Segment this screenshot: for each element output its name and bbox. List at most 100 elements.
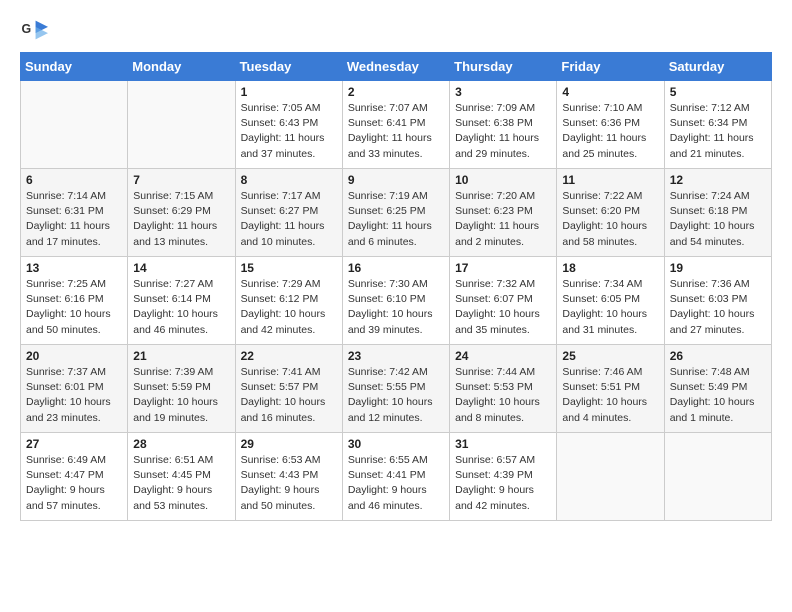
day-info: Sunrise: 7:36 AM Sunset: 6:03 PM Dayligh… xyxy=(670,277,766,338)
day-info: Sunrise: 7:48 AM Sunset: 5:49 PM Dayligh… xyxy=(670,365,766,426)
day-number: 24 xyxy=(455,349,551,363)
calendar-cell: 22 Sunrise: 7:41 AM Sunset: 5:57 PM Dayli… xyxy=(235,345,342,433)
calendar-cell xyxy=(664,433,771,521)
day-info: Sunrise: 7:34 AM Sunset: 6:05 PM Dayligh… xyxy=(562,277,658,338)
day-number: 14 xyxy=(133,261,229,275)
day-info: Sunrise: 6:57 AM Sunset: 4:39 PM Dayligh… xyxy=(455,453,551,514)
day-number: 28 xyxy=(133,437,229,451)
day-info: Sunrise: 7:41 AM Sunset: 5:57 PM Dayligh… xyxy=(241,365,337,426)
day-info: Sunrise: 7:42 AM Sunset: 5:55 PM Dayligh… xyxy=(348,365,444,426)
day-number: 16 xyxy=(348,261,444,275)
day-number: 22 xyxy=(241,349,337,363)
calendar-cell: 4 Sunrise: 7:10 AM Sunset: 6:36 PM Daylig… xyxy=(557,81,664,169)
calendar-week-row: 13 Sunrise: 7:25 AM Sunset: 6:16 PM Dayli… xyxy=(21,257,772,345)
calendar-day-header: Friday xyxy=(557,53,664,81)
day-info: Sunrise: 6:53 AM Sunset: 4:43 PM Dayligh… xyxy=(241,453,337,514)
day-number: 8 xyxy=(241,173,337,187)
calendar-cell: 1Sunrise: 7:05 AM Sunset: 6:43 PM Daylig… xyxy=(235,81,342,169)
calendar-week-row: 27 Sunrise: 6:49 AM Sunset: 4:47 PM Dayli… xyxy=(21,433,772,521)
day-info: Sunrise: 7:15 AM Sunset: 6:29 PM Dayligh… xyxy=(133,189,229,250)
calendar-cell: 2Sunrise: 7:07 AM Sunset: 6:41 PM Daylig… xyxy=(342,81,449,169)
calendar-cell: 16 Sunrise: 7:30 AM Sunset: 6:10 PM Dayli… xyxy=(342,257,449,345)
day-number: 1 xyxy=(241,85,337,99)
calendar-cell: 19 Sunrise: 7:36 AM Sunset: 6:03 PM Dayli… xyxy=(664,257,771,345)
calendar-week-row: 20 Sunrise: 7:37 AM Sunset: 6:01 PM Dayli… xyxy=(21,345,772,433)
day-number: 31 xyxy=(455,437,551,451)
day-number: 12 xyxy=(670,173,766,187)
calendar-cell: 23 Sunrise: 7:42 AM Sunset: 5:55 PM Dayli… xyxy=(342,345,449,433)
header: G xyxy=(20,16,772,44)
calendar-cell: 20 Sunrise: 7:37 AM Sunset: 6:01 PM Dayli… xyxy=(21,345,128,433)
calendar-header-row: SundayMondayTuesdayWednesdayThursdayFrid… xyxy=(21,53,772,81)
calendar-cell: 3 Sunrise: 7:09 AM Sunset: 6:38 PM Daylig… xyxy=(450,81,557,169)
day-info: Sunrise: 6:49 AM Sunset: 4:47 PM Dayligh… xyxy=(26,453,122,514)
day-info: Sunrise: 7:20 AM Sunset: 6:23 PM Dayligh… xyxy=(455,189,551,250)
calendar-cell: 14 Sunrise: 7:27 AM Sunset: 6:14 PM Dayli… xyxy=(128,257,235,345)
day-number: 13 xyxy=(26,261,122,275)
svg-text:G: G xyxy=(22,22,32,36)
calendar-cell: 5 Sunrise: 7:12 AM Sunset: 6:34 PM Daylig… xyxy=(664,81,771,169)
calendar-day-header: Sunday xyxy=(21,53,128,81)
calendar-cell: 26Sunrise: 7:48 AM Sunset: 5:49 PM Dayli… xyxy=(664,345,771,433)
day-info: Sunrise: 7:29 AM Sunset: 6:12 PM Dayligh… xyxy=(241,277,337,338)
day-number: 21 xyxy=(133,349,229,363)
page: G SundayMondayTuesdayWednesdayThursdayFr… xyxy=(0,0,792,531)
day-number: 27 xyxy=(26,437,122,451)
day-info: Sunrise: 7:46 AM Sunset: 5:51 PM Dayligh… xyxy=(562,365,658,426)
calendar-cell xyxy=(128,81,235,169)
day-info: Sunrise: 7:17 AM Sunset: 6:27 PM Dayligh… xyxy=(241,189,337,250)
calendar-cell: 18 Sunrise: 7:34 AM Sunset: 6:05 PM Dayli… xyxy=(557,257,664,345)
calendar-cell xyxy=(21,81,128,169)
day-number: 2 xyxy=(348,85,444,99)
calendar-cell: 27 Sunrise: 6:49 AM Sunset: 4:47 PM Dayli… xyxy=(21,433,128,521)
calendar-day-header: Saturday xyxy=(664,53,771,81)
day-info: Sunrise: 7:19 AM Sunset: 6:25 PM Dayligh… xyxy=(348,189,444,250)
day-info: Sunrise: 7:10 AM Sunset: 6:36 PM Dayligh… xyxy=(562,101,658,162)
day-number: 10 xyxy=(455,173,551,187)
day-number: 5 xyxy=(670,85,766,99)
day-info: Sunrise: 7:24 AM Sunset: 6:18 PM Dayligh… xyxy=(670,189,766,250)
calendar-cell: 24 Sunrise: 7:44 AM Sunset: 5:53 PM Dayli… xyxy=(450,345,557,433)
day-number: 4 xyxy=(562,85,658,99)
day-number: 23 xyxy=(348,349,444,363)
calendar-cell: 6Sunrise: 7:14 AM Sunset: 6:31 PM Daylig… xyxy=(21,169,128,257)
calendar-cell: 11Sunrise: 7:22 AM Sunset: 6:20 PM Dayli… xyxy=(557,169,664,257)
calendar-cell: 31 Sunrise: 6:57 AM Sunset: 4:39 PM Dayli… xyxy=(450,433,557,521)
calendar-cell xyxy=(557,433,664,521)
logo-icon: G xyxy=(20,16,48,44)
day-number: 29 xyxy=(241,437,337,451)
day-number: 3 xyxy=(455,85,551,99)
calendar-cell: 10 Sunrise: 7:20 AM Sunset: 6:23 PM Dayli… xyxy=(450,169,557,257)
calendar-cell: 28 Sunrise: 6:51 AM Sunset: 4:45 PM Dayli… xyxy=(128,433,235,521)
day-number: 9 xyxy=(348,173,444,187)
day-number: 19 xyxy=(670,261,766,275)
day-number: 18 xyxy=(562,261,658,275)
day-info: Sunrise: 7:12 AM Sunset: 6:34 PM Dayligh… xyxy=(670,101,766,162)
day-number: 7 xyxy=(133,173,229,187)
calendar-day-header: Tuesday xyxy=(235,53,342,81)
day-info: Sunrise: 6:55 AM Sunset: 4:41 PM Dayligh… xyxy=(348,453,444,514)
calendar-cell: 29 Sunrise: 6:53 AM Sunset: 4:43 PM Dayli… xyxy=(235,433,342,521)
calendar-cell: 12 Sunrise: 7:24 AM Sunset: 6:18 PM Dayli… xyxy=(664,169,771,257)
day-info: Sunrise: 7:27 AM Sunset: 6:14 PM Dayligh… xyxy=(133,277,229,338)
day-info: Sunrise: 7:25 AM Sunset: 6:16 PM Dayligh… xyxy=(26,277,122,338)
day-number: 20 xyxy=(26,349,122,363)
day-number: 15 xyxy=(241,261,337,275)
calendar-day-header: Wednesday xyxy=(342,53,449,81)
calendar-cell: 7 Sunrise: 7:15 AM Sunset: 6:29 PM Daylig… xyxy=(128,169,235,257)
day-info: Sunrise: 6:51 AM Sunset: 4:45 PM Dayligh… xyxy=(133,453,229,514)
day-info: Sunrise: 7:14 AM Sunset: 6:31 PM Dayligh… xyxy=(26,189,122,250)
day-info: Sunrise: 7:44 AM Sunset: 5:53 PM Dayligh… xyxy=(455,365,551,426)
calendar-week-row: 1Sunrise: 7:05 AM Sunset: 6:43 PM Daylig… xyxy=(21,81,772,169)
day-info: Sunrise: 7:37 AM Sunset: 6:01 PM Dayligh… xyxy=(26,365,122,426)
logo: G xyxy=(20,16,52,44)
calendar-cell: 13 Sunrise: 7:25 AM Sunset: 6:16 PM Dayli… xyxy=(21,257,128,345)
day-number: 11 xyxy=(562,173,658,187)
calendar-cell: 15 Sunrise: 7:29 AM Sunset: 6:12 PM Dayli… xyxy=(235,257,342,345)
day-info: Sunrise: 7:09 AM Sunset: 6:38 PM Dayligh… xyxy=(455,101,551,162)
calendar-cell: 8 Sunrise: 7:17 AM Sunset: 6:27 PM Daylig… xyxy=(235,169,342,257)
calendar-day-header: Thursday xyxy=(450,53,557,81)
day-number: 30 xyxy=(348,437,444,451)
day-info: Sunrise: 7:30 AM Sunset: 6:10 PM Dayligh… xyxy=(348,277,444,338)
day-info: Sunrise: 7:32 AM Sunset: 6:07 PM Dayligh… xyxy=(455,277,551,338)
